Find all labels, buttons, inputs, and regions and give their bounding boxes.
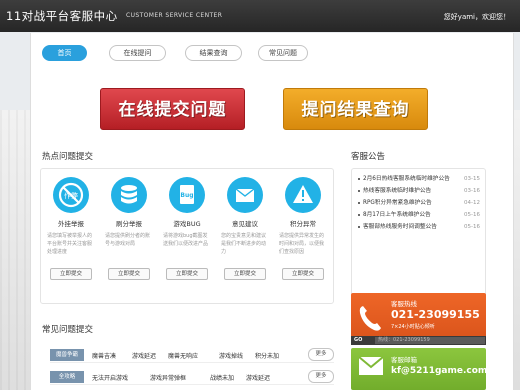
faq-link[interactable]: 游戏掉线 — [219, 351, 243, 360]
hotline-input[interactable]: 热线：021-23099159 — [375, 337, 485, 344]
faq-link[interactable]: 游戏延迟 — [132, 351, 156, 360]
hot-item-desc: 请您提供异常发生的时间和对局，以便我们查找原因 — [279, 233, 325, 255]
hot-item-suggest: 意见建议 您的宝贵意见和建议是我们不断进步的动力 立即提交 — [217, 177, 273, 280]
submit-now-button[interactable]: 立即提交 — [50, 268, 92, 280]
mail-icon — [227, 177, 263, 213]
faq-link[interactable]: 魔兽无响应 — [168, 351, 198, 360]
hotline-panel: 客服热线 021-23099155 7×24小时贴心倾听 GO 热线：021-2… — [351, 293, 486, 345]
hot-item-name: 意见建议 — [232, 220, 258, 228]
hot-item-bug: Bug 游戏BUG 请将游戏bug截图发送我们以便改进产品 立即提交 — [159, 177, 215, 280]
faq-link[interactable]: 无法开启游戏 — [92, 373, 128, 382]
notice-text[interactable]: 热线客服系统临时维护公告 — [363, 187, 480, 195]
submit-now-button[interactable]: 立即提交 — [224, 268, 266, 280]
notice-date: 05-16 — [464, 224, 480, 230]
bug-document-icon: Bug — [169, 177, 205, 213]
hot-item-name: 积分异常 — [290, 220, 316, 228]
submit-now-button[interactable]: 立即提交 — [108, 268, 150, 280]
submit-now-button[interactable]: 立即提交 — [282, 268, 324, 280]
hot-item-name: 游戏BUG — [173, 220, 201, 228]
hot-item-score: 刷分举报 请您提供刷分者的账号与游戏对局 立即提交 — [101, 177, 157, 280]
faq-link[interactable]: 战绩未加 — [210, 373, 234, 382]
svg-text:作弊: 作弊 — [64, 191, 78, 200]
svg-text:Bug: Bug — [180, 192, 193, 199]
nav-faq[interactable]: 常见问题 — [258, 45, 308, 61]
site-subtitle: CUSTOMER SERVICE CENTER — [126, 12, 223, 19]
notice-text[interactable]: 8月17日上午系统维护公告 — [363, 211, 480, 219]
faq-row-guide: 全攻略 无法开启游戏 游戏异常弹框 战绩未加 游戏延迟 更多 — [50, 369, 334, 385]
warning-icon — [285, 177, 321, 213]
email-panel: 客服邮箱 kf@5211game.com — [351, 348, 487, 390]
nav-result-query[interactable]: 结果查询 — [185, 45, 242, 61]
phone-icon — [359, 306, 381, 331]
database-icon — [111, 177, 147, 213]
submit-question-button[interactable]: 在线提交问题 — [100, 88, 245, 130]
hot-item-cheat: 作弊 外挂举报 请您填写被举报人的平台账号并关注客服处理进度 立即提交 — [43, 177, 99, 280]
faq-link[interactable]: 游戏异常弹框 — [150, 373, 186, 382]
notice-text[interactable]: 客服部热线服务时间调整公告 — [363, 223, 480, 231]
faq-row-warcraft: 魔兽争霸 魔兽吉凑 游戏延迟 魔兽无响应 游戏掉线 积分未加 更多 — [50, 347, 334, 363]
faq-more-button[interactable]: 更多 — [308, 370, 334, 383]
hot-item-points: 积分异常 请您提供异常发生的时间和对局，以便我们查找原因 立即提交 — [275, 177, 331, 280]
hot-item-desc: 请您填写被举报人的平台账号并关注客服处理进度 — [47, 233, 93, 255]
hotline-hours: 7×24小时贴心倾听 — [391, 324, 435, 330]
hot-item-desc: 请将游戏bug截图发送我们以便改进产品 — [163, 233, 209, 247]
notice-date: 03-15 — [464, 176, 480, 182]
faq-link[interactable]: 积分未加 — [255, 351, 279, 360]
notice-item[interactable]: 8月17日上午系统维护公告 05-16 — [357, 211, 480, 219]
hot-section-title: 热点问题提交 — [42, 152, 94, 162]
site-logo[interactable]: 11对战平台客服中心 — [6, 8, 118, 24]
welcome-text: 您好yami，欢迎您！ — [443, 13, 510, 21]
notice-panel: 2月6日热线客服系统临时维护公告 03-15 热线客服系统临时维护公告 03-16 … — [351, 168, 486, 304]
hot-issues-panel: 作弊 外挂举报 请您填写被举报人的平台账号并关注客服处理进度 立即提交 刷分举报… — [40, 168, 334, 304]
main-panel: 首页 在线提问 结果查询 常见问题 在线提交问题 提问结果查询 热点问题提交 客… — [30, 33, 514, 390]
hotline-number: 021-23099155 — [391, 308, 480, 321]
faq-more-button[interactable]: 更多 — [308, 348, 334, 361]
notice-item[interactable]: RPG积分异常紧急维护公告 04-12 — [357, 199, 480, 207]
faq-link[interactable]: 魔兽吉凑 — [92, 351, 116, 360]
no-cheat-icon: 作弊 — [53, 177, 89, 213]
hotline-bar: GO 热线：021-23099159 — [351, 336, 486, 345]
notice-item[interactable]: 客服部热线服务时间调整公告 05-16 — [357, 223, 480, 231]
envelope-icon — [359, 357, 383, 375]
go-button[interactable]: GO — [354, 337, 362, 343]
hotline-label: 客服热线 — [391, 300, 417, 308]
faq-tag: 全攻略 — [50, 371, 84, 383]
notice-section-title: 客服公告 — [351, 152, 386, 162]
email-label: 客服邮箱 — [391, 356, 417, 364]
notice-date: 04-12 — [464, 200, 480, 206]
nav-home[interactable]: 首页 — [42, 45, 87, 61]
hot-item-name: 刷分举报 — [116, 220, 142, 228]
faq-tag: 魔兽争霸 — [50, 349, 84, 361]
notice-item[interactable]: 热线客服系统临时维护公告 03-16 — [357, 187, 480, 195]
faq-link[interactable]: 游戏延迟 — [246, 373, 270, 382]
notice-date: 05-16 — [464, 212, 480, 218]
notice-text[interactable]: 2月6日热线客服系统临时维护公告 — [363, 175, 480, 183]
hot-item-desc: 请您提供刷分者的账号与游戏对局 — [105, 233, 151, 247]
hot-item-desc: 您的宝贵意见和建议是我们不断进步的动力 — [221, 233, 267, 255]
notice-item[interactable]: 2月6日热线客服系统临时维护公告 03-15 — [357, 175, 480, 183]
top-bar: 11对战平台客服中心 CUSTOMER SERVICE CENTER 您好yam… — [0, 0, 520, 32]
notice-text[interactable]: RPG积分异常紧急维护公告 — [363, 199, 480, 207]
nav-online-ask[interactable]: 在线提问 — [109, 45, 166, 61]
submit-now-button[interactable]: 立即提交 — [166, 268, 208, 280]
faq-section-title: 常见问题提交 — [42, 325, 94, 335]
query-result-button[interactable]: 提问结果查询 — [283, 88, 428, 130]
hot-item-name: 外挂举报 — [58, 220, 84, 228]
faq-panel: 魔兽争霸 魔兽吉凑 游戏延迟 魔兽无响应 游戏掉线 积分未加 更多 全攻略 无法… — [40, 341, 334, 389]
notice-date: 03-16 — [464, 188, 480, 194]
email-address[interactable]: kf@5211game.com — [391, 366, 487, 376]
